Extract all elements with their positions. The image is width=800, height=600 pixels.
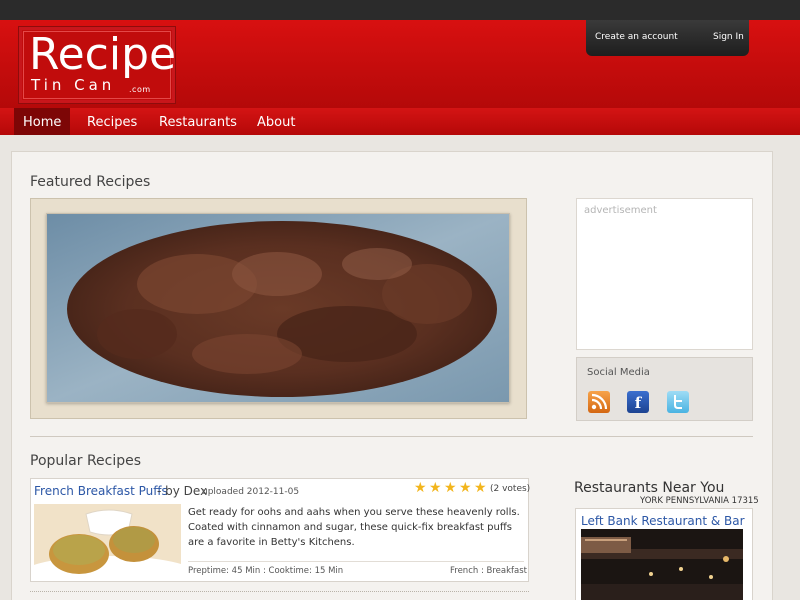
recipe-author: - by Dex xyxy=(157,484,208,498)
section-divider xyxy=(30,436,753,437)
recipe-footer-divider xyxy=(188,561,524,562)
create-account-link[interactable]: Create an account xyxy=(595,32,678,42)
star-icon[interactable]: ★ xyxy=(444,481,458,495)
star-icon[interactable]: ★ xyxy=(474,481,488,495)
advertisement-label: advertisement xyxy=(584,205,657,216)
recipe-times: Preptime: 45 Min : Cooktime: 15 Min xyxy=(188,566,344,576)
recipe-thumbnail[interactable] xyxy=(34,504,181,577)
featured-recipe-image[interactable] xyxy=(46,213,510,403)
social-media-heading: Social Media xyxy=(587,367,650,378)
star-icon[interactable]: ★ xyxy=(429,481,443,495)
logo-title: Recipe xyxy=(29,29,177,80)
rss-icon[interactable] xyxy=(588,391,610,413)
popular-recipes-heading: Popular Recipes xyxy=(30,453,142,469)
nav-home[interactable]: Home xyxy=(14,108,71,135)
recipe-upload-date: uploaded 2012-11-05 xyxy=(202,487,300,497)
account-panel: Create an account Sign In xyxy=(586,20,749,56)
nav-restaurants[interactable]: Restaurants xyxy=(150,108,246,135)
site-logo[interactable]: Recipe Tin Can .com xyxy=(18,26,176,104)
star-icon[interactable]: ★ xyxy=(459,481,473,495)
top-bar xyxy=(0,0,800,20)
logo-suffix: .com xyxy=(129,85,151,94)
star-icon[interactable]: ★ xyxy=(414,481,428,495)
list-divider xyxy=(30,591,529,592)
recipe-description: Get ready for oohs and aahs when you ser… xyxy=(188,507,520,548)
restaurant-name-link[interactable]: Left Bank Restaurant & Bar xyxy=(581,514,745,528)
nav-about[interactable]: About xyxy=(248,108,304,135)
logo-subtitle: Tin Can xyxy=(31,76,116,94)
social-media-box: Social Media f xyxy=(576,357,753,421)
advertisement-box[interactable]: advertisement xyxy=(576,198,753,350)
facebook-icon[interactable]: f xyxy=(627,391,649,413)
recipe-title-link[interactable]: French Breakfast Puffs xyxy=(34,484,168,498)
sign-in-link[interactable]: Sign In xyxy=(713,32,744,42)
restaurant-image[interactable] xyxy=(581,529,743,600)
restaurants-location: YORK PENNSYLVANIA 17315 xyxy=(640,496,759,506)
nav-recipes[interactable]: Recipes xyxy=(78,108,146,135)
recipe-vote-count: (2 votes) xyxy=(490,484,531,494)
main-nav: Home Recipes Restaurants About xyxy=(0,108,800,135)
restaurants-near-heading: Restaurants Near You xyxy=(574,480,725,496)
twitter-icon[interactable] xyxy=(667,391,689,413)
recipe-category: French : Breakfast xyxy=(450,566,527,576)
featured-recipes-heading: Featured Recipes xyxy=(30,174,151,190)
